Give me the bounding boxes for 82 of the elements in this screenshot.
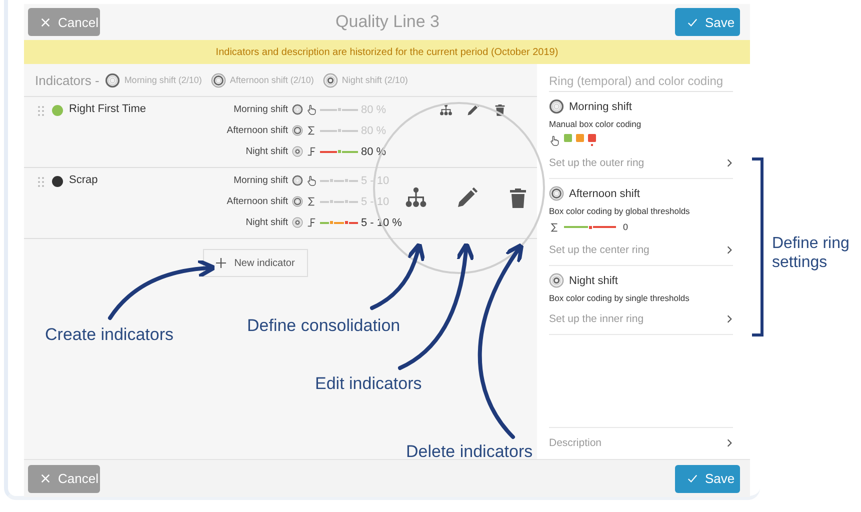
ring-icon (292, 196, 303, 207)
window-title: Quality Line 3 (336, 12, 440, 32)
annotation-text: Define consolidation (247, 316, 400, 336)
setup-link[interactable]: Set up the outer ring (549, 147, 733, 178)
hand-icon (549, 134, 560, 146)
close-icon (40, 16, 51, 28)
pencil-icon[interactable] (466, 103, 480, 117)
cancel-button[interactable]: Cancel (28, 464, 100, 492)
info-banner: Indicators and description are historized for the current period (October 2019) (24, 40, 750, 64)
ring-icon (292, 217, 303, 228)
annotation-text: Edit indicators (315, 374, 422, 394)
save-button[interactable]: Save (674, 8, 740, 36)
setup-link[interactable]: Set up the center ring (549, 234, 733, 265)
sigma-icon (306, 125, 317, 136)
cancel-button[interactable]: Cancel (28, 8, 100, 36)
shift-title: Afternoon shift (569, 188, 640, 200)
indicator-name[interactable]: Right First Time (69, 103, 209, 115)
color-swatch[interactable] (564, 134, 572, 142)
threshold-bar (564, 226, 616, 228)
indicator-name[interactable]: Scrap (69, 174, 209, 186)
shift-label: Morning shift (234, 104, 288, 115)
step-icon (306, 217, 317, 228)
sigma-icon (549, 222, 560, 232)
ring-icon (292, 146, 303, 157)
threshold-bar (320, 150, 358, 153)
drag-handle-icon[interactable] (38, 177, 44, 187)
close-icon (40, 473, 51, 484)
threshold-bar (320, 108, 358, 111)
hierarchy-icon[interactable] (404, 186, 428, 210)
ring-icon (292, 125, 303, 136)
ring-icon (210, 72, 226, 88)
threshold-bar (320, 129, 358, 132)
sigma-icon (306, 196, 317, 207)
trash-icon[interactable] (493, 103, 507, 117)
plus-icon (216, 258, 226, 268)
chevron-icon (726, 158, 733, 168)
chevron-icon (726, 245, 733, 255)
ring-icon (549, 99, 564, 114)
ring-icon (292, 104, 303, 115)
shift-title: Night shift (569, 274, 618, 286)
annotation-text: Delete indicators (406, 442, 533, 462)
threshold-bar (320, 179, 358, 182)
shift-label: Night shift (246, 217, 288, 228)
new-indicator-button[interactable]: New indicator (203, 249, 308, 277)
color-swatch[interactable] (576, 134, 584, 142)
threshold-bar (320, 200, 358, 203)
ring-icon (292, 175, 303, 186)
coding-description: Box color coding by single thresholds (549, 293, 690, 303)
hierarchy-icon[interactable] (439, 103, 453, 117)
ring-icon (322, 72, 338, 88)
chevron-icon (726, 314, 733, 324)
step-icon (306, 146, 317, 157)
drag-handle-icon[interactable] (38, 106, 44, 116)
threshold-bar (320, 221, 358, 224)
shift-label: Night shift (2/10) (342, 75, 408, 85)
hand-icon (306, 104, 317, 115)
checkmark-icon (686, 16, 698, 28)
section-title: Indicators - (35, 72, 100, 88)
annotation-text: Create indicators (45, 325, 174, 346)
save-button[interactable]: Save (675, 464, 740, 492)
checkmark-icon (687, 473, 698, 484)
shift-label: Afternoon shift (226, 125, 288, 136)
coding-description: Box color coding by global thresholds (549, 206, 691, 216)
coding-description: Manual box color coding (549, 119, 642, 129)
hand-icon (306, 175, 317, 186)
threshold-value: 0 (623, 222, 628, 232)
pencil-icon[interactable] (455, 186, 479, 210)
shift-title: Morning shift (569, 100, 632, 112)
chevron-icon (726, 438, 733, 448)
shift-label: Morning shift (234, 175, 288, 186)
panel-title: Ring (temporal) and color coding (549, 64, 733, 92)
annotation-text: Define ring settings (772, 234, 850, 272)
shift-label: Afternoon shift (226, 196, 288, 207)
setup-link[interactable]: Set up the inner ring (549, 303, 733, 334)
shift-label: Afternoon shift (2/10) (230, 75, 314, 85)
ring-icon (549, 273, 564, 288)
ring-icon (105, 72, 120, 88)
shift-label: Night shift (246, 146, 288, 157)
ring-icon (549, 186, 564, 201)
shift-label: Morning shift (2/10) (124, 75, 202, 85)
description-link[interactable]: Description (549, 428, 733, 459)
color-swatch[interactable] (588, 134, 596, 142)
